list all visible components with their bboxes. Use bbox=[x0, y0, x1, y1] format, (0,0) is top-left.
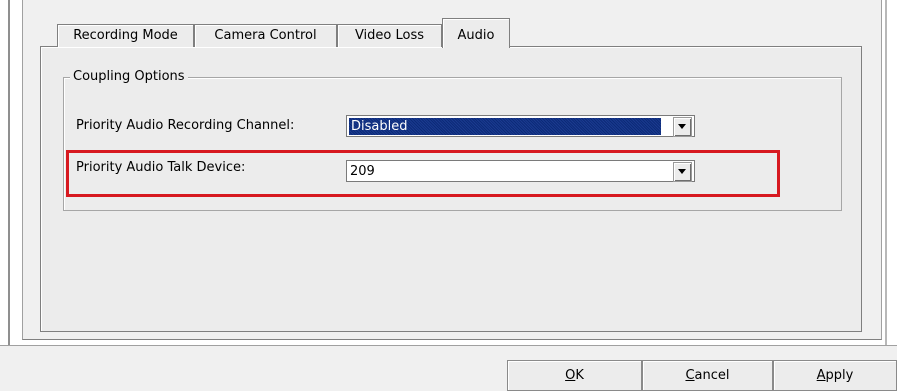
button-label: ancel bbox=[694, 368, 730, 383]
tab-label: Audio bbox=[457, 28, 495, 43]
cancel-button[interactable]: Cancel bbox=[642, 360, 773, 391]
mnemonic: O bbox=[565, 368, 576, 383]
mnemonic: C bbox=[685, 368, 695, 383]
dropdown-button[interactable] bbox=[673, 117, 692, 137]
window-right-edge bbox=[885, 0, 887, 345]
highlight-box bbox=[66, 150, 780, 197]
ok-button[interactable]: OK bbox=[507, 360, 642, 391]
chevron-down-icon bbox=[678, 124, 686, 129]
tab-recording-mode[interactable]: Recording Mode bbox=[57, 24, 194, 47]
window-left-edge bbox=[8, 0, 11, 345]
mnemonic: A bbox=[816, 368, 826, 383]
tab-label: Camera Control bbox=[214, 28, 317, 43]
tab-label: Recording Mode bbox=[73, 28, 178, 43]
button-label: K bbox=[575, 368, 584, 383]
tab-label: Video Loss bbox=[354, 28, 425, 43]
button-label: pply bbox=[825, 368, 854, 383]
coupling-options-legend: Coupling Options bbox=[70, 68, 188, 86]
recording-channel-label: Priority Audio Recording Channel: bbox=[76, 118, 295, 133]
recording-channel-select[interactable]: Disabled bbox=[346, 115, 695, 137]
recording-channel-value: Disabled bbox=[349, 118, 661, 135]
apply-button[interactable]: Apply bbox=[773, 360, 897, 391]
tab-video-loss[interactable]: Video Loss bbox=[337, 24, 442, 47]
tab-audio[interactable]: Audio bbox=[442, 18, 510, 48]
tab-camera-control[interactable]: Camera Control bbox=[194, 24, 337, 47]
